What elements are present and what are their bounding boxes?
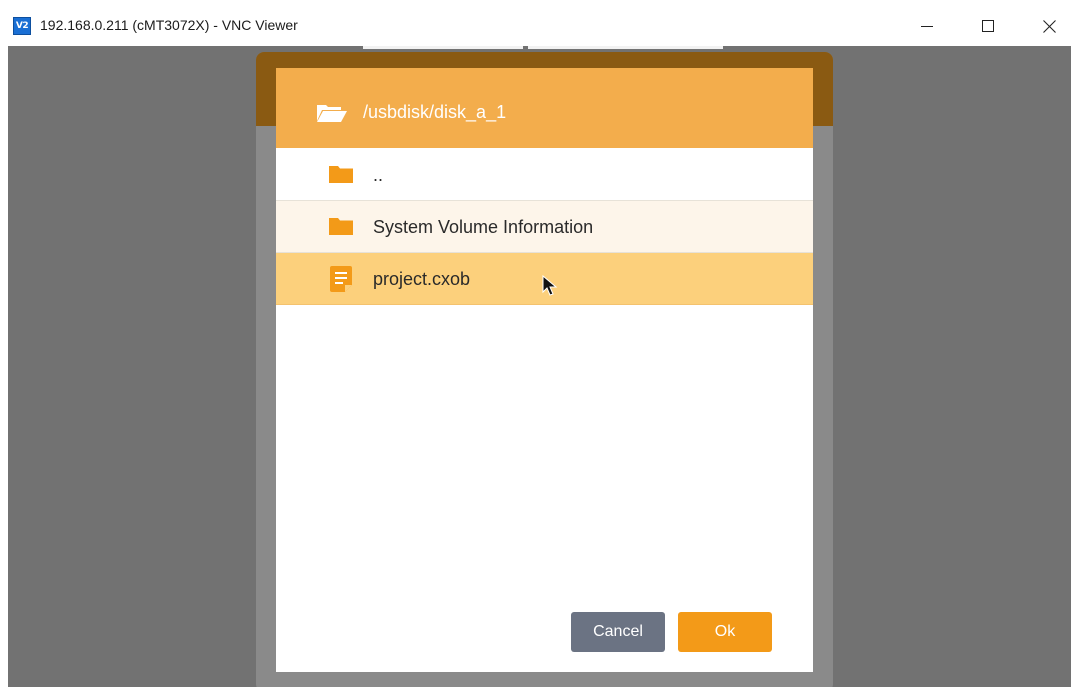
maximize-button[interactable] bbox=[959, 6, 1017, 46]
mouse-pointer-icon bbox=[542, 274, 558, 302]
file-icon bbox=[330, 266, 352, 297]
dialog-header: /usbdisk/disk_a_1 bbox=[276, 68, 813, 148]
close-icon bbox=[1042, 19, 1056, 33]
list-item-file-selected[interactable]: project.cxob bbox=[276, 253, 813, 305]
vnc-app-icon[interactable]: V2 bbox=[13, 17, 31, 35]
window-title: 192.168.0.211 (cMT3072X) - VNC Viewer bbox=[40, 17, 298, 33]
file-browser-dialog: /usbdisk/disk_a_1 .. System Volume Infor… bbox=[276, 68, 813, 672]
background-strip bbox=[363, 46, 523, 49]
remote-screen[interactable]: /usbdisk/disk_a_1 .. System Volume Infor… bbox=[8, 46, 1071, 687]
maximize-icon bbox=[982, 20, 994, 32]
title-bar[interactable]: V2 192.168.0.211 (cMT3072X) - VNC Viewer bbox=[0, 0, 1071, 46]
vnc-viewer-window: V2 192.168.0.211 (cMT3072X) - VNC Viewer bbox=[0, 0, 1071, 687]
folder-icon bbox=[329, 165, 353, 188]
file-list: .. System Volume Information project.cxo… bbox=[276, 149, 813, 305]
list-item-label: System Volume Information bbox=[373, 217, 594, 237]
folder-icon bbox=[329, 217, 353, 240]
background-strip bbox=[528, 46, 723, 49]
current-path: /usbdisk/disk_a_1 bbox=[363, 102, 507, 122]
cancel-button[interactable]: Cancel bbox=[571, 612, 665, 652]
list-item-parent-directory[interactable]: .. bbox=[276, 149, 813, 201]
minimize-button[interactable] bbox=[898, 6, 956, 46]
ok-button[interactable]: Ok bbox=[678, 612, 772, 652]
list-item-label: .. bbox=[373, 165, 384, 185]
list-item-label: project.cxob bbox=[373, 269, 471, 289]
list-item-folder[interactable]: System Volume Information bbox=[276, 201, 813, 253]
close-button[interactable] bbox=[1020, 6, 1071, 46]
minimize-icon bbox=[921, 26, 933, 27]
folder-open-icon bbox=[316, 103, 348, 128]
